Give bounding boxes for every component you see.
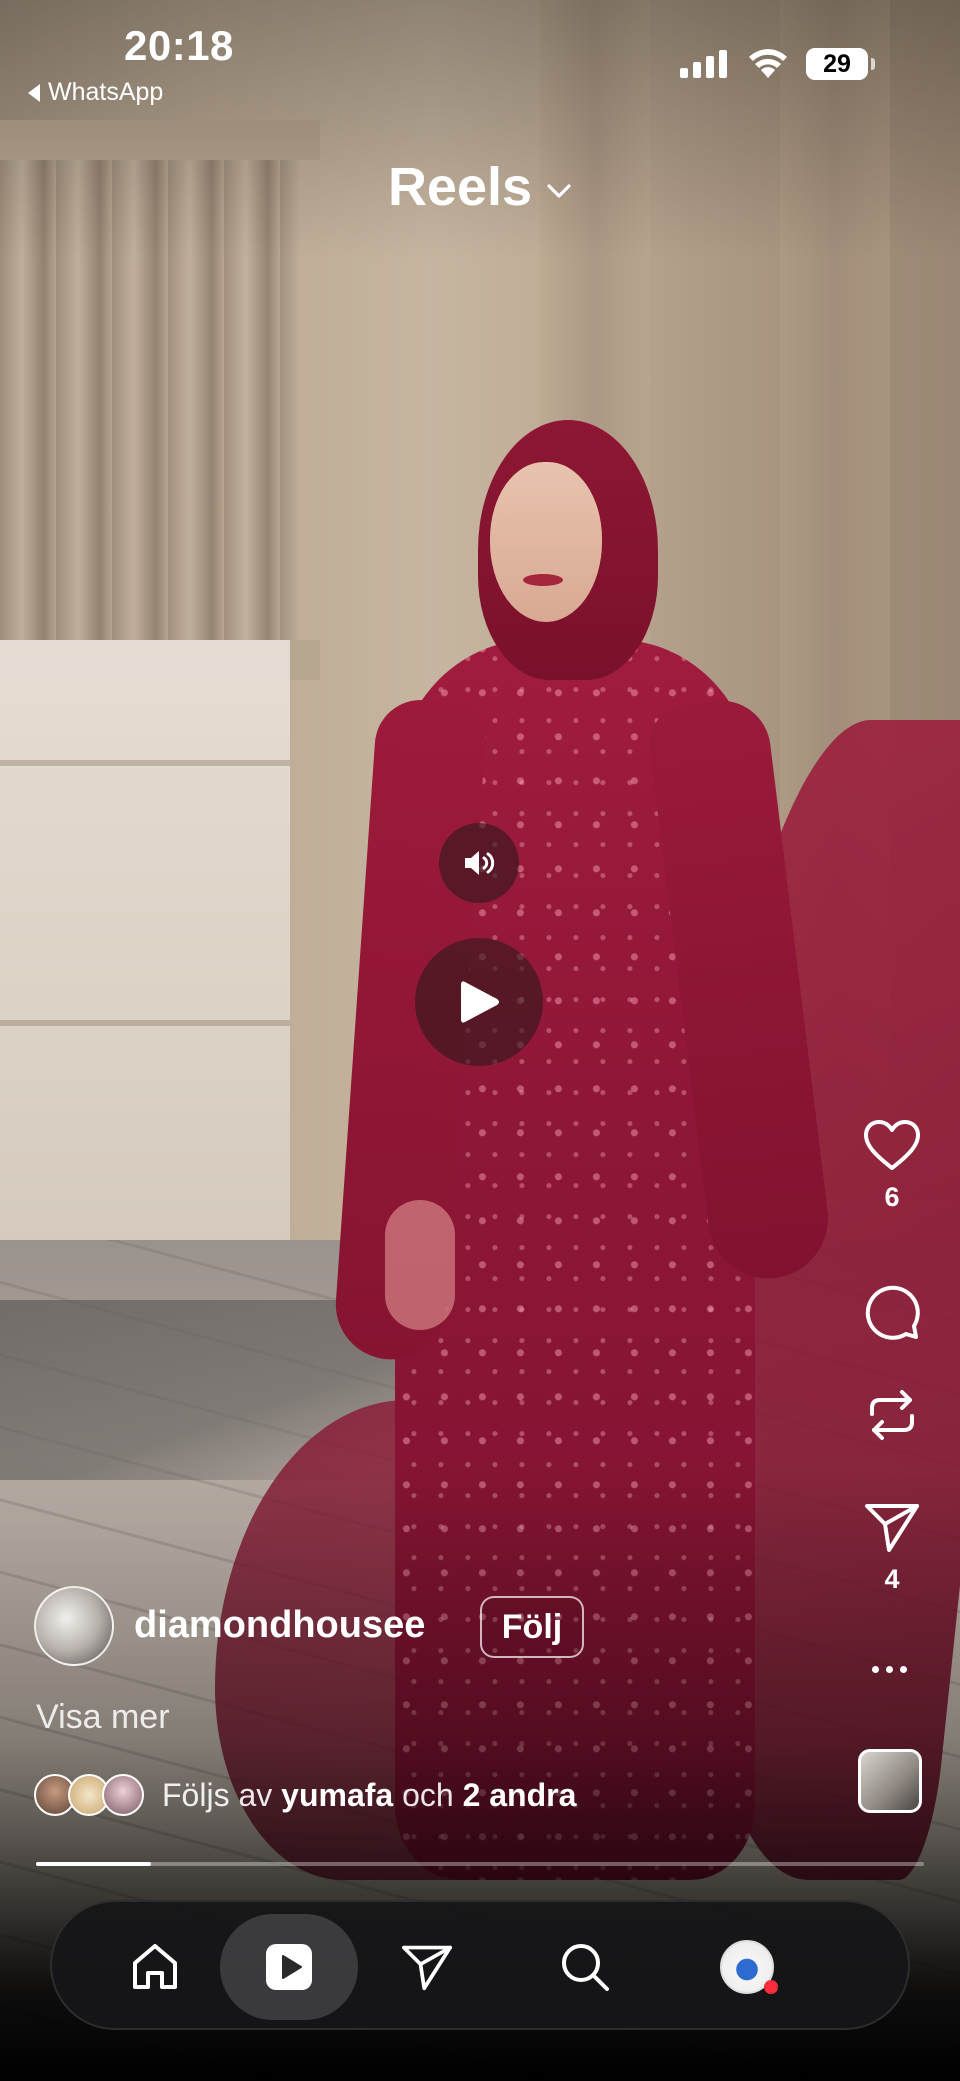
speaker-icon	[465, 851, 495, 875]
send-icon	[865, 1504, 919, 1552]
tab-profile[interactable]	[682, 1914, 812, 2020]
comment-bubble-icon	[865, 1285, 920, 1340]
followed-by-row[interactable]: Följs av yumafa och 2 andra	[34, 1774, 576, 1816]
follow-button[interactable]: Följ	[480, 1596, 584, 1658]
tab-home[interactable]	[90, 1914, 220, 2020]
wifi-icon	[749, 49, 787, 78]
followed-by-user: yumafa	[281, 1776, 394, 1813]
video-progress-fill	[36, 1862, 152, 1866]
page-title: Reels	[387, 157, 533, 217]
share-button[interactable]: 4	[852, 1500, 932, 1595]
model-lips	[523, 574, 563, 586]
followed-by-joiner: och	[402, 1776, 454, 1813]
tab-messages[interactable]	[362, 1914, 492, 2020]
repost-icon	[870, 1390, 914, 1440]
share-count: 4	[884, 1564, 900, 1594]
follower-avatar	[102, 1774, 144, 1816]
battery-nub	[871, 58, 875, 70]
model-face	[490, 462, 602, 622]
author-username[interactable]: diamondhousee	[134, 1604, 425, 1647]
like-count: 6	[884, 1182, 900, 1212]
comment-button[interactable]	[852, 1282, 932, 1340]
tab-reels[interactable]	[220, 1914, 358, 2020]
profile-avatar	[720, 1940, 778, 1994]
status-time: 20:18	[124, 22, 234, 69]
like-button[interactable]: 6	[852, 1118, 932, 1213]
battery-indicator: 29	[806, 48, 868, 80]
notification-dot	[764, 1980, 778, 1994]
back-arrow-icon	[28, 83, 40, 102]
back-app-label: WhatsApp	[48, 78, 164, 106]
followed-by-prefix: Följs av	[162, 1776, 273, 1813]
reels-screen: 20:18 WhatsApp 29 Reels 6 4 diamondhouse…	[0, 0, 960, 2081]
play-button[interactable]	[415, 938, 543, 1066]
show-more-link[interactable]: Visa mer	[36, 1698, 170, 1737]
video-progress-bar[interactable]	[36, 1862, 924, 1866]
model-hand	[385, 1200, 455, 1330]
followed-by-text: Följs av yumafa och 2 andra	[162, 1777, 576, 1814]
heart-icon	[864, 1120, 920, 1170]
repost-button[interactable]	[852, 1384, 932, 1446]
reels-icon	[266, 1944, 312, 1990]
home-icon	[133, 1944, 177, 1989]
send-icon	[402, 1945, 452, 1991]
more-dots-icon[interactable]	[872, 1666, 907, 1673]
play-icon	[461, 981, 499, 1023]
reels-feed-selector[interactable]: Reels	[0, 156, 960, 218]
chevron-down-icon	[547, 184, 571, 198]
back-to-app-link[interactable]: WhatsApp	[28, 78, 163, 107]
cellular-signal-icon	[680, 50, 727, 78]
tab-search[interactable]	[520, 1914, 650, 2020]
original-audio-thumbnail[interactable]	[858, 1749, 922, 1813]
bottom-tab-bar	[50, 1900, 910, 2030]
author-avatar[interactable]	[34, 1586, 114, 1666]
search-icon	[562, 1944, 609, 1991]
mute-button[interactable]	[439, 823, 519, 903]
followed-by-others: 2 andra	[462, 1776, 577, 1813]
